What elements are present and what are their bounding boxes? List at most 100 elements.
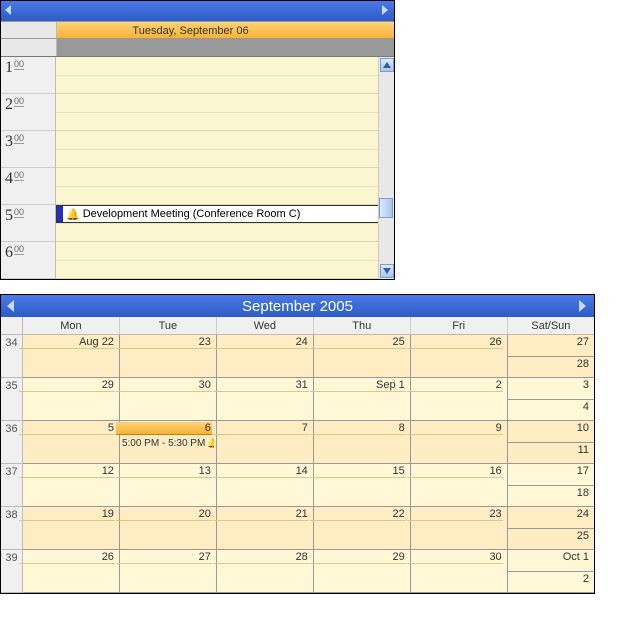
month-cell[interactable]: 25: [314, 335, 411, 378]
appointment-handle[interactable]: [57, 206, 63, 222]
month-cell[interactable]: 24: [217, 335, 314, 378]
weekend-half[interactable]: 18: [508, 486, 594, 508]
time-slot[interactable]: [56, 224, 394, 243]
day-header: Fri: [411, 317, 508, 334]
hour-label: 400: [1, 168, 55, 205]
month-cell[interactable]: 13: [120, 464, 217, 507]
month-cell[interactable]: 30: [411, 550, 508, 593]
month-cell[interactable]: 12: [23, 464, 120, 507]
day-number: 21: [213, 508, 309, 521]
day-number: Sep 1: [310, 379, 406, 392]
day-number: 23: [407, 508, 503, 521]
day-number: 31: [213, 379, 309, 392]
month-cell[interactable]: 2: [411, 378, 508, 421]
time-slot[interactable]: [56, 242, 394, 261]
month-cell[interactable]: Aug 22: [23, 335, 120, 378]
day-header: Tue: [120, 317, 217, 334]
time-slot[interactable]: [56, 168, 394, 187]
day-number: 12: [19, 465, 115, 478]
time-slot[interactable]: [56, 94, 394, 113]
monthview-title: September 2005: [17, 298, 578, 315]
day-number: 7: [213, 422, 309, 435]
month-cell[interactable]: 15: [314, 464, 411, 507]
day-number: 28: [504, 358, 590, 370]
dayview-allday-row[interactable]: [1, 39, 394, 57]
day-number: Aug 22: [19, 336, 115, 349]
month-cell[interactable]: 29: [23, 378, 120, 421]
month-cell[interactable]: Sep 1: [314, 378, 411, 421]
day-header: Wed: [217, 317, 314, 334]
dayview-scrollbar[interactable]: [378, 57, 394, 279]
month-cell[interactable]: 5: [23, 421, 120, 464]
monthview-rows: Aug 22232425262728293031Sep 1234565:00 P…: [23, 335, 594, 593]
day-number: 2: [504, 573, 590, 585]
weekend-half[interactable]: 3: [508, 378, 594, 400]
month-cell[interactable]: 22: [314, 507, 411, 550]
month-cell[interactable]: 29: [314, 550, 411, 593]
month-cell[interactable]: 23: [411, 507, 508, 550]
weekend-half[interactable]: 4: [508, 400, 594, 422]
month-event[interactable]: 5:00 PM - 5:30 PM🔔: [122, 438, 214, 449]
weekend-half[interactable]: 2: [508, 572, 594, 594]
month-cell[interactable]: 9: [411, 421, 508, 464]
time-slot[interactable]: [56, 57, 394, 76]
day-number: 27: [504, 336, 590, 348]
month-row: 565:00 PM - 5:30 PM🔔7891011: [23, 421, 594, 464]
day-number: 10: [504, 422, 590, 434]
weekend-half[interactable]: 25: [508, 529, 594, 551]
month-cell[interactable]: 26: [411, 335, 508, 378]
month-cell[interactable]: 28: [217, 550, 314, 593]
time-slot[interactable]: [56, 187, 394, 206]
month-cell[interactable]: 16: [411, 464, 508, 507]
weekend-half[interactable]: 28: [508, 357, 594, 379]
weekend-half[interactable]: 17: [508, 464, 594, 486]
month-cell[interactable]: 31: [217, 378, 314, 421]
month-cell[interactable]: 14: [217, 464, 314, 507]
weekend-half[interactable]: 24: [508, 507, 594, 529]
day-number: 26: [407, 336, 503, 349]
hour-number: 5: [5, 207, 13, 225]
hour-minutes: 00: [14, 244, 24, 255]
month-cell[interactable]: 65:00 PM - 5:30 PM🔔: [120, 421, 217, 464]
weekend-half[interactable]: 10: [508, 421, 594, 443]
day-number: 17: [504, 465, 590, 477]
bell-icon: 🔔: [66, 208, 80, 221]
time-slot[interactable]: [56, 131, 394, 150]
hour-minutes: 00: [14, 207, 24, 218]
dayview-next-button[interactable]: [380, 5, 390, 17]
month-cell[interactable]: 8: [314, 421, 411, 464]
dayview-date-header[interactable]: Tuesday, September 06: [1, 21, 394, 39]
weekend-half[interactable]: Oct 1: [508, 550, 594, 572]
hour-number: 1: [5, 59, 13, 77]
scrollbar-thumb[interactable]: [379, 198, 393, 218]
month-cell[interactable]: 30: [120, 378, 217, 421]
day-header: Mon: [23, 317, 120, 334]
month-cell[interactable]: 26: [23, 550, 120, 593]
time-slot[interactable]: [56, 76, 394, 95]
time-slot[interactable]: [56, 150, 394, 169]
scrollbar-track[interactable]: [379, 73, 394, 263]
dayview-slots-area[interactable]: 🔔Development Meeting (Conference Room C): [56, 57, 394, 279]
hour-minutes: 00: [14, 133, 24, 144]
month-cell[interactable]: 27: [120, 550, 217, 593]
appointment[interactable]: 🔔Development Meeting (Conference Room C): [56, 205, 390, 223]
weekend-cell: Oct 12: [508, 550, 594, 593]
weekend-half[interactable]: 27: [508, 335, 594, 357]
scroll-down-button[interactable]: [380, 264, 394, 278]
time-slot[interactable]: [56, 261, 394, 280]
day-number: 28: [213, 551, 309, 564]
hour-minutes: 00: [14, 170, 24, 181]
monthview-day-headers: MonTueWedThuFriSat/Sun: [1, 317, 594, 335]
time-slot[interactable]: [56, 113, 394, 132]
month-cell[interactable]: 7: [217, 421, 314, 464]
day-number: 22: [310, 508, 406, 521]
month-cell[interactable]: 23: [120, 335, 217, 378]
scroll-up-button[interactable]: [380, 58, 394, 72]
month-cell[interactable]: 19: [23, 507, 120, 550]
monthview-next-button[interactable]: [578, 299, 588, 313]
month-cell[interactable]: 21: [217, 507, 314, 550]
dayview-prev-button[interactable]: [5, 5, 15, 17]
weekend-half[interactable]: 11: [508, 443, 594, 465]
month-cell[interactable]: 20: [120, 507, 217, 550]
monthview-prev-button[interactable]: [7, 299, 17, 313]
